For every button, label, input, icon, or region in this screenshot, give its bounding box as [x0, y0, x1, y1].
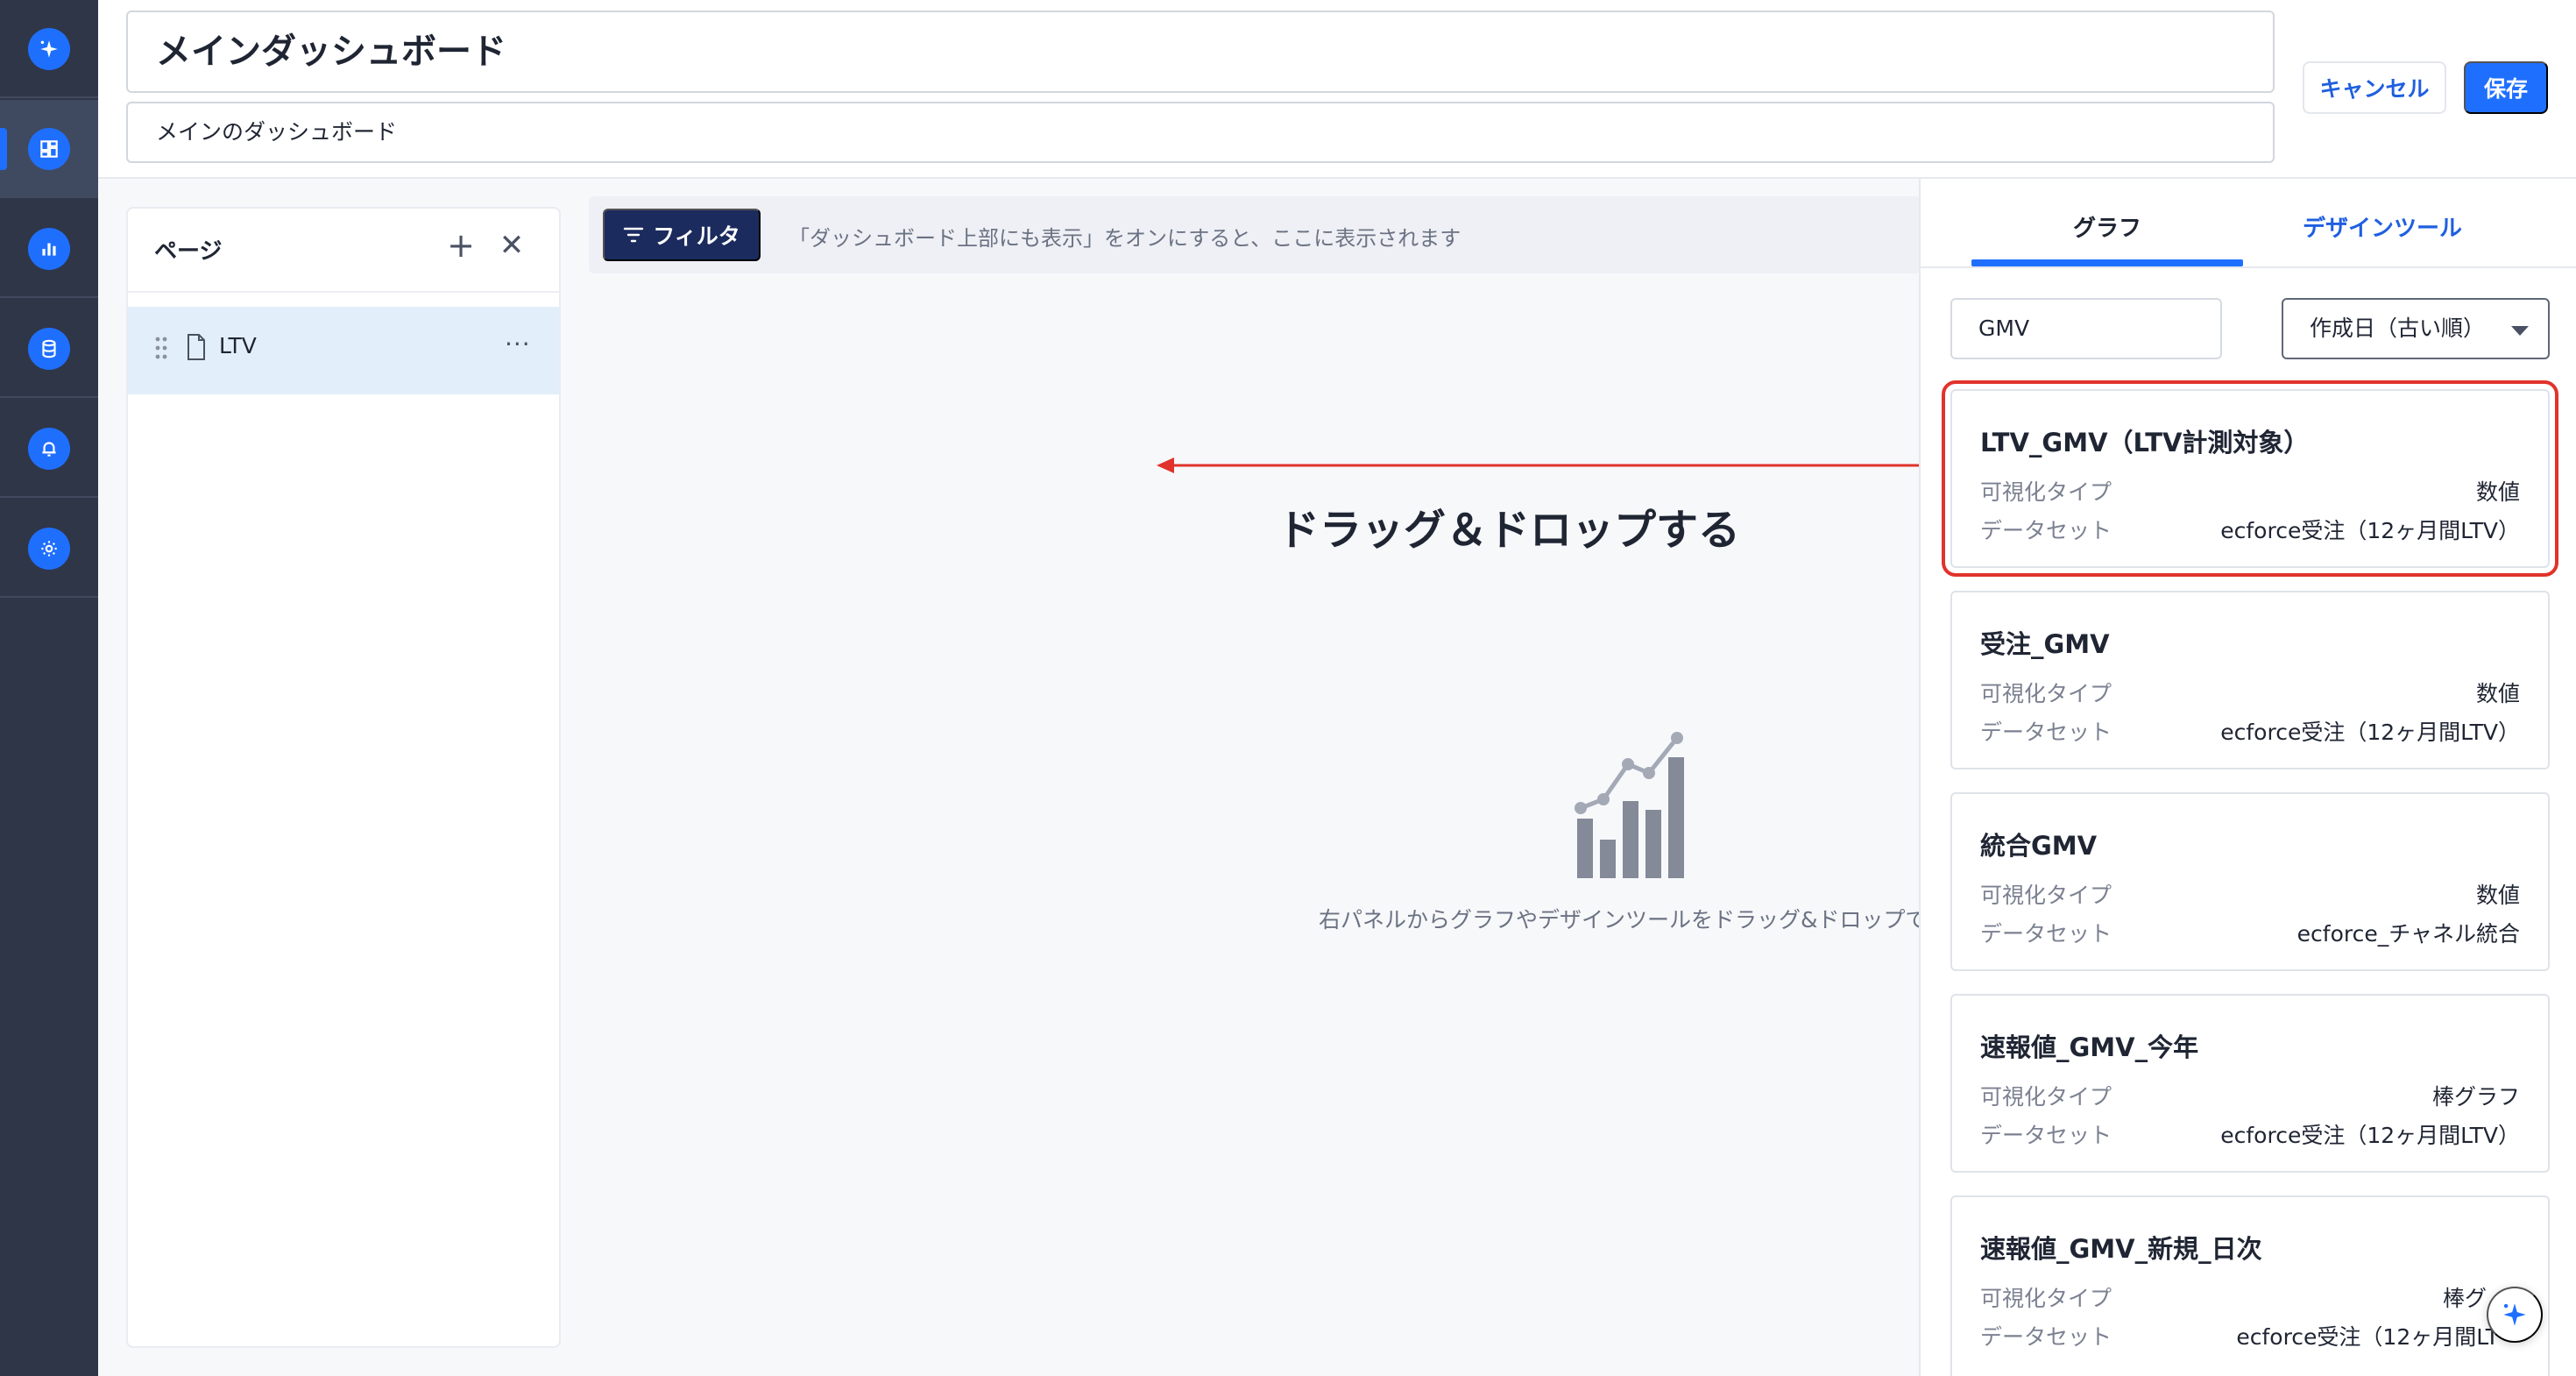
card-type-value: 棒グラフ: [2431, 1084, 2520, 1110]
drag-handle-icon[interactable]: [154, 335, 168, 361]
ai-assistant-button[interactable]: [2487, 1287, 2543, 1343]
card-title: 速報値_GMV_今年: [1980, 1032, 2199, 1062]
page-item-ltv[interactable]: LTV ···: [128, 307, 559, 394]
card-dataset-label: データセット: [1980, 1324, 2112, 1350]
filter-button-label: フィルタ: [653, 224, 740, 249]
card-type-value: 数値: [2475, 681, 2520, 706]
card-type-label: 可視化タイプ: [1980, 479, 2112, 505]
card-type-label: 可視化タイプ: [1980, 681, 2112, 706]
widget-panel: グラフ デザインツール GMV 作成日（古い順） LTV_GMV（LTV計測対象…: [1919, 179, 2576, 1376]
rail-item-dashboard[interactable]: [0, 100, 98, 198]
card-title: 統合GMV: [1980, 831, 2098, 861]
sort-select-value: 作成日（古い順）: [2310, 316, 2486, 341]
sparkle-icon: [2503, 1303, 2526, 1326]
dashboard-icon: [28, 128, 70, 170]
card-type-label: 可視化タイプ: [1980, 1084, 2112, 1110]
icon-rail: [0, 0, 98, 1376]
chevron-down-icon: [2511, 326, 2529, 336]
card-title: LTV_GMV（LTV計測対象）: [1980, 428, 2310, 457]
drag-drop-annotation: ドラッグ＆ドロップする: [1277, 506, 1741, 555]
graph-card[interactable]: 速報値_GMV_新規_日次 可視化タイプ 棒グ データセット ecforce受注…: [1950, 1195, 2550, 1376]
sparkle-icon: [28, 28, 70, 70]
card-type-value: 数値: [2475, 883, 2520, 908]
editor-header: メインダッシュボード メインのダッシュボード キャンセル 保存: [98, 0, 2576, 179]
card-title: 速報値_GMV_新規_日次: [1980, 1234, 2262, 1264]
pages-panel: ページ + ✕ LTV ···: [126, 207, 561, 1348]
tabs-divider: [1921, 266, 2576, 268]
filter-button[interactable]: フィルタ: [603, 209, 761, 261]
pages-panel-title: ページ: [154, 238, 223, 265]
graph-card[interactable]: 統合GMV 可視化タイプ 数値 データセット ecforce_チャネル統合: [1950, 792, 2550, 971]
empty-chart-icon: [1575, 732, 1684, 878]
search-input[interactable]: GMV: [1950, 298, 2222, 359]
rail-item-charts[interactable]: [0, 200, 98, 298]
empty-state-text: 右パネルからグラフやデザインツールをドラッグ&ドロップで追: [1319, 907, 1921, 933]
tab-design-tools[interactable]: デザインツール: [2247, 210, 2518, 254]
drag-arrow-annotation: [1157, 457, 1942, 473]
page-item-label: LTV: [219, 333, 257, 358]
active-tab-indicator: [1971, 259, 2243, 266]
dashboard-description-input[interactable]: メインのダッシュボード: [126, 102, 2275, 163]
card-dataset-label: データセット: [1980, 921, 2112, 947]
filter-icon: [624, 227, 644, 243]
more-options-icon[interactable]: ···: [505, 330, 531, 358]
rail-item-ai[interactable]: [0, 0, 98, 98]
card-dataset-label: データセット: [1980, 518, 2112, 543]
card-dataset-value: ecforce受注（12ヶ月間LTV）: [2220, 720, 2520, 745]
graph-card[interactable]: LTV_GMV（LTV計測対象） 可視化タイプ 数値 データセット ecforc…: [1942, 380, 2558, 577]
card-title: 受注_GMV: [1980, 629, 2110, 659]
rail-item-datasets[interactable]: [0, 300, 98, 398]
filter-hint: 「ダッシュボード上部にも表示」をオンにすると、ここに表示されます: [789, 226, 1461, 251]
card-type-value: 棒グ: [2442, 1286, 2487, 1311]
rail-item-alerts[interactable]: [0, 400, 98, 498]
card-dataset-value: ecforce受注（12ヶ月間LTV）: [2220, 518, 2520, 543]
pages-panel-header: ページ + ✕: [128, 209, 559, 293]
graph-card[interactable]: 受注_GMV 可視化タイプ 数値 データセット ecforce受注（12ヶ月間L…: [1950, 591, 2550, 770]
graph-card[interactable]: 速報値_GMV_今年 可視化タイプ 棒グラフ データセット ecforce受注（…: [1950, 994, 2550, 1173]
card-type-label: 可視化タイプ: [1980, 1286, 2112, 1311]
card-dataset-label: データセット: [1980, 720, 2112, 745]
card-dataset-value: ecforce受注（12ヶ月間LTV）: [2220, 1123, 2520, 1148]
rail-item-settings[interactable]: [0, 500, 98, 598]
card-dataset-value: ecforce_チャネル統合: [2296, 921, 2520, 947]
close-panel-icon[interactable]: ✕: [492, 226, 531, 265]
cancel-button[interactable]: キャンセル: [2303, 61, 2446, 114]
bell-icon: [28, 428, 70, 470]
card-dataset-value: ecforce受注（12ヶ月間LT: [2236, 1324, 2499, 1350]
tab-graph[interactable]: グラフ: [1971, 210, 2243, 254]
gear-icon: [28, 528, 70, 570]
database-icon: [28, 328, 70, 370]
card-type-value: 数値: [2475, 479, 2520, 505]
add-page-icon[interactable]: +: [442, 226, 480, 265]
chart-icon: [28, 228, 70, 270]
card-dataset-label: データセット: [1980, 1123, 2112, 1148]
document-icon: [188, 334, 205, 360]
save-button[interactable]: 保存: [2464, 61, 2548, 114]
sort-select[interactable]: 作成日（古い順）: [2282, 298, 2550, 359]
filter-bar: フィルタ 「ダッシュボード上部にも表示」をオンにすると、ここに表示されます: [589, 196, 1921, 273]
dashboard-title-input[interactable]: メインダッシュボード: [126, 11, 2275, 93]
card-type-label: 可視化タイプ: [1980, 883, 2112, 908]
